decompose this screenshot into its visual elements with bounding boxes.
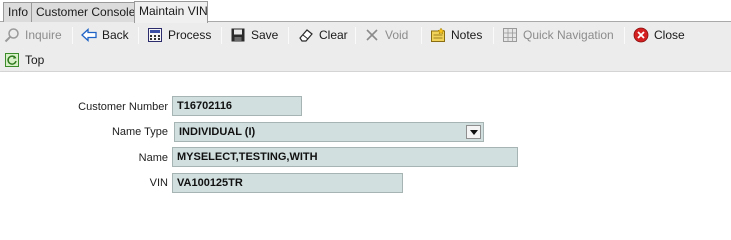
notes-label: Notes xyxy=(451,28,483,42)
toolbar: Inquire Back Process Save Clear Void Not… xyxy=(0,22,731,72)
toolbar-separator xyxy=(421,27,422,44)
grid-icon xyxy=(503,28,517,42)
toolbar-separator xyxy=(493,27,494,44)
vin-field[interactable]: VA100125TR xyxy=(172,173,403,193)
quick-navigation-button[interactable]: Quick Navigation xyxy=(502,25,614,45)
toolbar-separator xyxy=(624,27,625,44)
top-label: Top xyxy=(25,53,45,67)
process-label: Process xyxy=(168,28,212,42)
name-type-label: Name Type xyxy=(111,126,168,138)
void-label: Void xyxy=(385,28,409,42)
quick-navigation-label: Quick Navigation xyxy=(523,28,614,42)
toolbar-row-main: Inquire Back Process Save Clear Void Not… xyxy=(0,23,731,47)
process-button[interactable]: Process xyxy=(147,25,211,45)
arrow-left-icon xyxy=(81,28,97,42)
eraser-icon xyxy=(299,29,313,42)
toolbar-separator xyxy=(138,27,139,44)
inquire-button[interactable]: Inquire xyxy=(4,25,62,45)
save-button[interactable]: Save xyxy=(230,25,278,45)
notes-button[interactable]: Notes xyxy=(430,25,482,45)
customer-number-field[interactable]: T16702116 xyxy=(172,96,302,116)
name-label: Name xyxy=(138,152,168,164)
top-button[interactable]: Top xyxy=(4,50,44,70)
name-type-select[interactable]: INDIVIDUAL (I) xyxy=(174,122,484,142)
save-label: Save xyxy=(251,28,279,42)
toolbar-row-secondary: Top xyxy=(0,48,731,72)
toolbar-separator xyxy=(288,27,289,44)
customer-number-label: Customer Number xyxy=(78,101,168,113)
toolbar-separator xyxy=(221,27,222,44)
close-button[interactable]: Close xyxy=(633,25,685,45)
x-mark-icon xyxy=(366,29,378,41)
name-type-value: INDIVIDUAL (I) xyxy=(179,126,256,138)
calculator-grid-icon xyxy=(148,28,162,42)
back-label: Back xyxy=(102,28,129,42)
toolbar-separator xyxy=(355,27,356,44)
clear-button[interactable]: Clear xyxy=(298,25,348,45)
close-label: Close xyxy=(654,28,685,42)
magnifier-icon xyxy=(4,28,19,43)
inquire-label: Inquire xyxy=(25,28,62,42)
tab-info[interactable]: Info xyxy=(3,2,32,22)
floppy-disk-icon xyxy=(231,28,245,42)
tab-maintain-vin[interactable]: Maintain VIN xyxy=(134,1,208,23)
void-button[interactable]: Void xyxy=(364,25,408,45)
dropdown-arrow-icon[interactable] xyxy=(466,125,481,139)
tab-customer-console[interactable]: Customer Console xyxy=(31,2,135,22)
refresh-icon xyxy=(5,53,19,67)
vin-label: VIN xyxy=(149,177,168,189)
tab-strip: Info Customer Console Maintain VIN xyxy=(0,0,731,23)
close-circle-icon xyxy=(633,27,649,43)
notes-icon xyxy=(431,27,445,42)
name-field[interactable]: MYSELECT,TESTING,WITH xyxy=(172,147,518,167)
back-button[interactable]: Back xyxy=(81,25,129,45)
toolbar-separator xyxy=(72,27,73,44)
clear-label: Clear xyxy=(319,28,348,42)
